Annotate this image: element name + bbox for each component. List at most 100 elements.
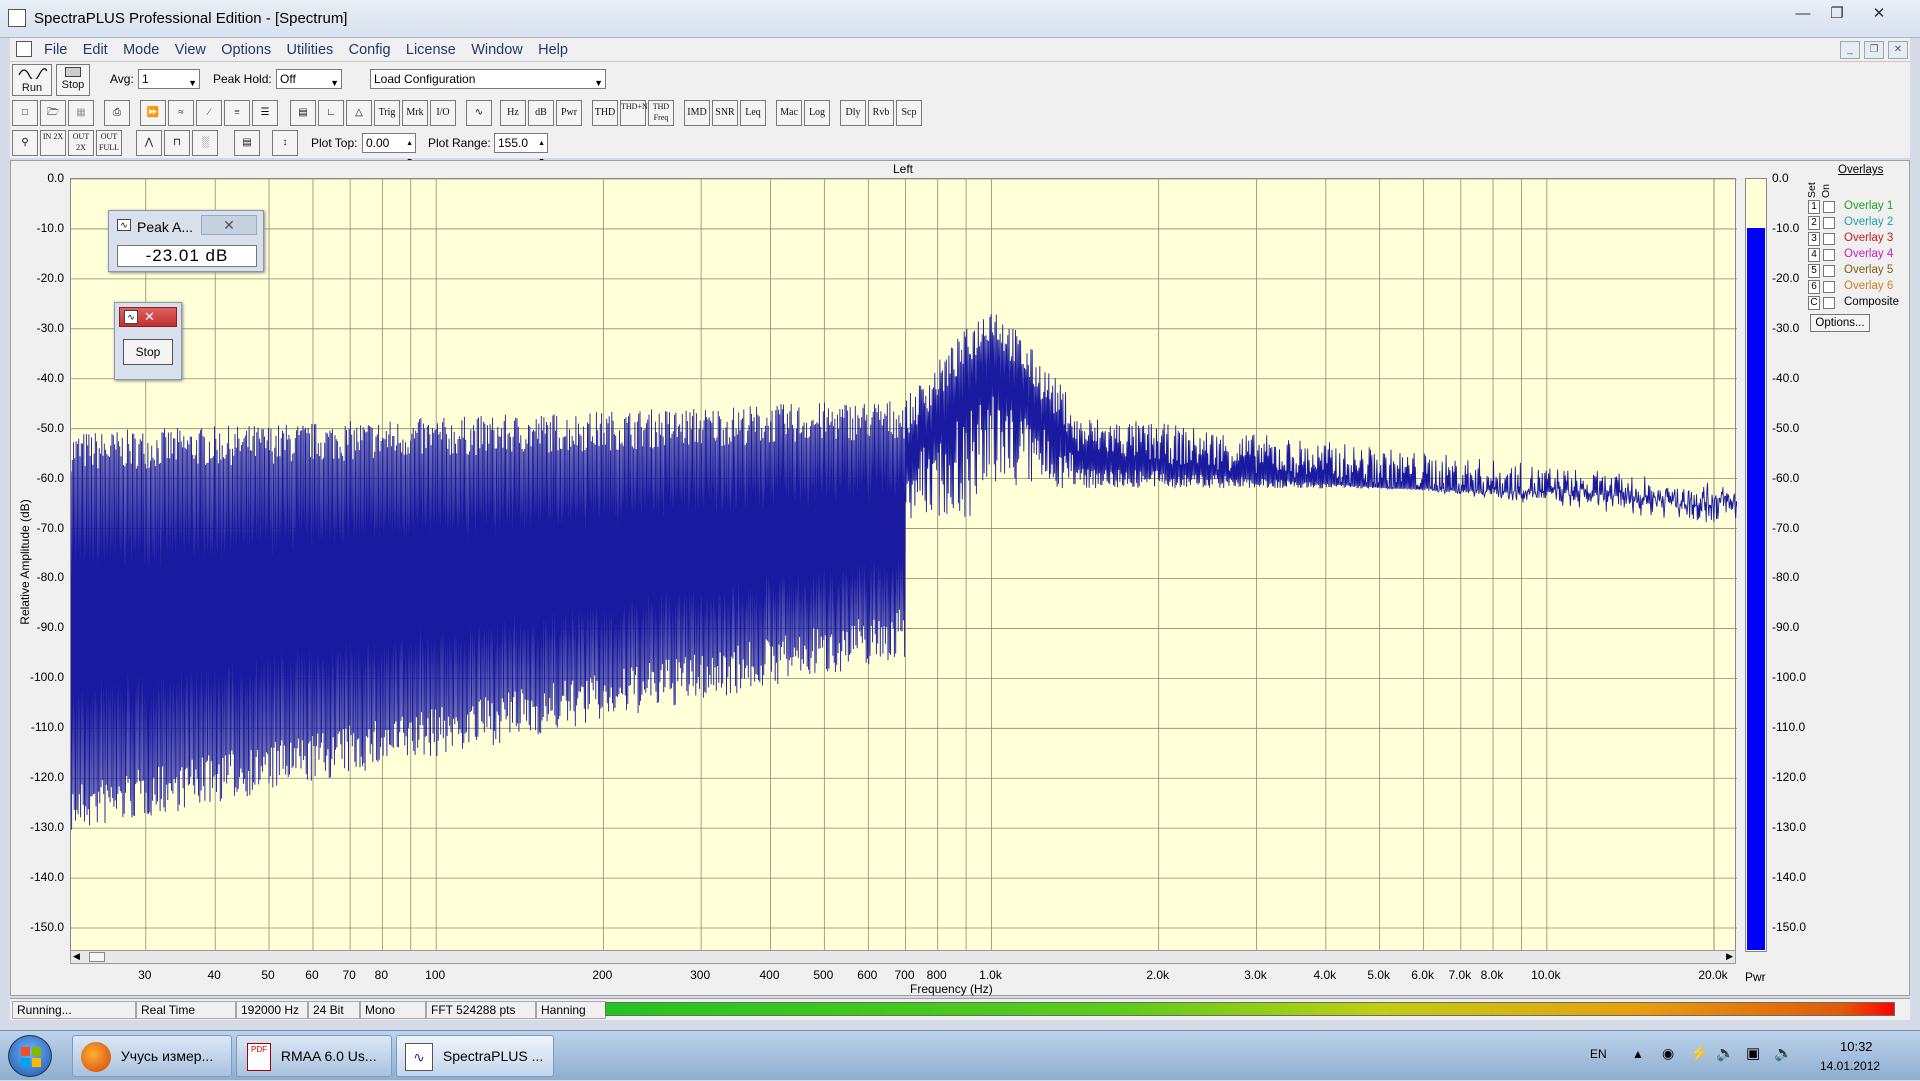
- overlay-on-checkbox[interactable]: [1823, 201, 1835, 213]
- menu-edit[interactable]: Edit: [77, 39, 114, 61]
- mrk-button[interactable]: Mrk: [402, 100, 428, 126]
- overlay-set-button[interactable]: 3: [1808, 232, 1820, 246]
- horizontal-scrollbar[interactable]: ◀ ▶: [70, 950, 1736, 964]
- overlay-on-checkbox[interactable]: [1823, 233, 1835, 245]
- step-icon[interactable]: ⊓: [164, 130, 190, 156]
- scroll-left-icon[interactable]: ◀: [73, 951, 80, 962]
- close-icon[interactable]: ✕: [144, 309, 155, 325]
- thd-freq-button[interactable]: THD Freq: [648, 100, 674, 126]
- zoom-out-full-button[interactable]: OUT FULL: [96, 130, 122, 156]
- overlay-on-checkbox[interactable]: [1823, 249, 1835, 261]
- document-icon[interactable]: [16, 41, 32, 57]
- overlay-set-button[interactable]: 5: [1808, 264, 1820, 278]
- overlay-on-checkbox[interactable]: [1823, 297, 1835, 309]
- zoom-in-2x-button[interactable]: IN 2X: [40, 130, 66, 156]
- scp-button[interactable]: Scp: [896, 100, 922, 126]
- tray-expand-icon[interactable]: ▲: [1632, 1047, 1644, 1061]
- overlay-set-button[interactable]: 6: [1808, 280, 1820, 294]
- overlay-options-button[interactable]: Options...: [1810, 314, 1870, 332]
- scroll-right-icon[interactable]: ▶: [1726, 951, 1733, 962]
- menu-license[interactable]: License: [400, 39, 462, 61]
- thdn-button[interactable]: THD+N: [620, 100, 648, 126]
- maximize-button[interactable]: ❐: [1820, 4, 1854, 26]
- menu-file[interactable]: File: [38, 39, 73, 61]
- stop-button[interactable]: Stop: [56, 64, 90, 96]
- rvb-button[interactable]: Rvb: [868, 100, 894, 126]
- overlay-set-button[interactable]: 4: [1808, 248, 1820, 262]
- generator-icon[interactable]: △: [346, 100, 372, 126]
- waterfall-icon[interactable]: ≡: [224, 100, 250, 126]
- minimize-button[interactable]: —: [1786, 4, 1820, 26]
- db-button[interactable]: dB: [528, 100, 554, 126]
- line-icon[interactable]: ∕: [196, 100, 222, 126]
- close-icon[interactable]: ✕: [201, 215, 257, 235]
- zoom-out-2x-button[interactable]: OUT 2X: [68, 130, 94, 156]
- language-indicator[interactable]: EN: [1590, 1047, 1607, 1061]
- overlay-set-button[interactable]: C: [1808, 296, 1820, 310]
- antivirus-icon[interactable]: ◉: [1662, 1045, 1674, 1062]
- mdi-close-button[interactable]: ✕: [1888, 41, 1908, 59]
- snr-button[interactable]: SNR: [712, 100, 738, 126]
- mac-button[interactable]: Mac: [776, 100, 802, 126]
- app-icon[interactable]: [8, 9, 26, 27]
- dly-button[interactable]: Dly: [840, 100, 866, 126]
- menu-help[interactable]: Help: [532, 39, 574, 61]
- peak-amplitude-panel[interactable]: ∿ Peak A... ✕ -23.01 dB: [108, 210, 264, 272]
- taskbar-item-firefox[interactable]: Учусь измер...: [72, 1035, 232, 1077]
- volume-icon[interactable]: 🔉: [1774, 1044, 1793, 1062]
- taskbar-item-spectraplus[interactable]: ∿ SpectraPLUS ...: [396, 1035, 554, 1077]
- menu-window[interactable]: Window: [465, 39, 529, 61]
- io-button[interactable]: I/O: [430, 100, 456, 126]
- overlay-set-button[interactable]: 2: [1808, 216, 1820, 230]
- spectrum-icon[interactable]: ≈: [168, 100, 194, 126]
- plot-range-input[interactable]: 155.0 ▲▼: [494, 133, 548, 165]
- config-select[interactable]: Load Configuration ▼: [370, 69, 606, 89]
- speaker-icon[interactable]: 🔈: [1716, 1044, 1735, 1062]
- power-icon[interactable]: ⚡: [1690, 1044, 1709, 1062]
- peak-icon[interactable]: ⋀: [136, 130, 162, 156]
- trig-button[interactable]: Trig: [374, 100, 400, 126]
- mini-stop-button[interactable]: Stop: [123, 339, 173, 365]
- imd-button[interactable]: IMD: [684, 100, 710, 126]
- open-folder-icon[interactable]: 🗁: [40, 100, 66, 126]
- overlay-on-checkbox[interactable]: [1823, 265, 1835, 277]
- new-file-icon[interactable]: □: [12, 100, 38, 126]
- magnifier-icon[interactable]: ⚲: [12, 130, 38, 156]
- settings-icon[interactable]: ▤: [290, 100, 316, 126]
- run-button[interactable]: Run: [12, 64, 52, 96]
- menu-config[interactable]: Config: [343, 39, 397, 61]
- signal-icon[interactable]: ∿: [466, 100, 492, 126]
- pwr-button[interactable]: Pwr: [556, 100, 582, 126]
- log-button[interactable]: Log: [804, 100, 830, 126]
- overlay-on-checkbox[interactable]: [1823, 217, 1835, 229]
- menu-view[interactable]: View: [169, 39, 212, 61]
- axes-icon[interactable]: ∟: [318, 100, 344, 126]
- print-icon[interactable]: ⎙: [104, 100, 130, 126]
- hz-button[interactable]: Hz: [500, 100, 526, 126]
- taskbar-item-pdf[interactable]: PDF RMAA 6.0 Us...: [236, 1035, 392, 1077]
- spectrum-plot[interactable]: [70, 178, 1738, 953]
- overlay-on-checkbox[interactable]: [1823, 281, 1835, 293]
- network-icon[interactable]: ▣: [1746, 1044, 1760, 1062]
- overlay-set-button[interactable]: 1: [1808, 200, 1820, 214]
- start-button[interactable]: [8, 1035, 52, 1077]
- mdi-minimize-button[interactable]: _: [1840, 41, 1860, 59]
- fast-forward-icon[interactable]: ⏩: [140, 100, 166, 126]
- menu-mode[interactable]: Mode: [117, 39, 165, 61]
- clock-date[interactable]: 14.01.2012: [1820, 1059, 1880, 1073]
- plot-top-input[interactable]: 0.00 ▲▼: [362, 133, 416, 165]
- scroll-thumb[interactable]: [89, 952, 105, 962]
- leq-button[interactable]: Leq: [740, 100, 766, 126]
- clock-time[interactable]: 10:32: [1840, 1039, 1873, 1054]
- list-icon[interactable]: ▤: [234, 130, 260, 156]
- menu-options[interactable]: Options: [215, 39, 277, 61]
- peak-hold-select[interactable]: Off ▼: [276, 69, 342, 89]
- mdi-restore-button[interactable]: ❐: [1864, 41, 1884, 59]
- range-icon[interactable]: ↕: [272, 130, 298, 156]
- avg-select[interactable]: 1 ▼: [138, 69, 200, 89]
- surface-icon[interactable]: ☰: [252, 100, 278, 126]
- menu-utilities[interactable]: Utilities: [281, 39, 340, 61]
- close-button[interactable]: ✕: [1862, 4, 1896, 26]
- save-icon[interactable]: ▦: [68, 100, 94, 126]
- bars-icon[interactable]: ░: [192, 130, 218, 156]
